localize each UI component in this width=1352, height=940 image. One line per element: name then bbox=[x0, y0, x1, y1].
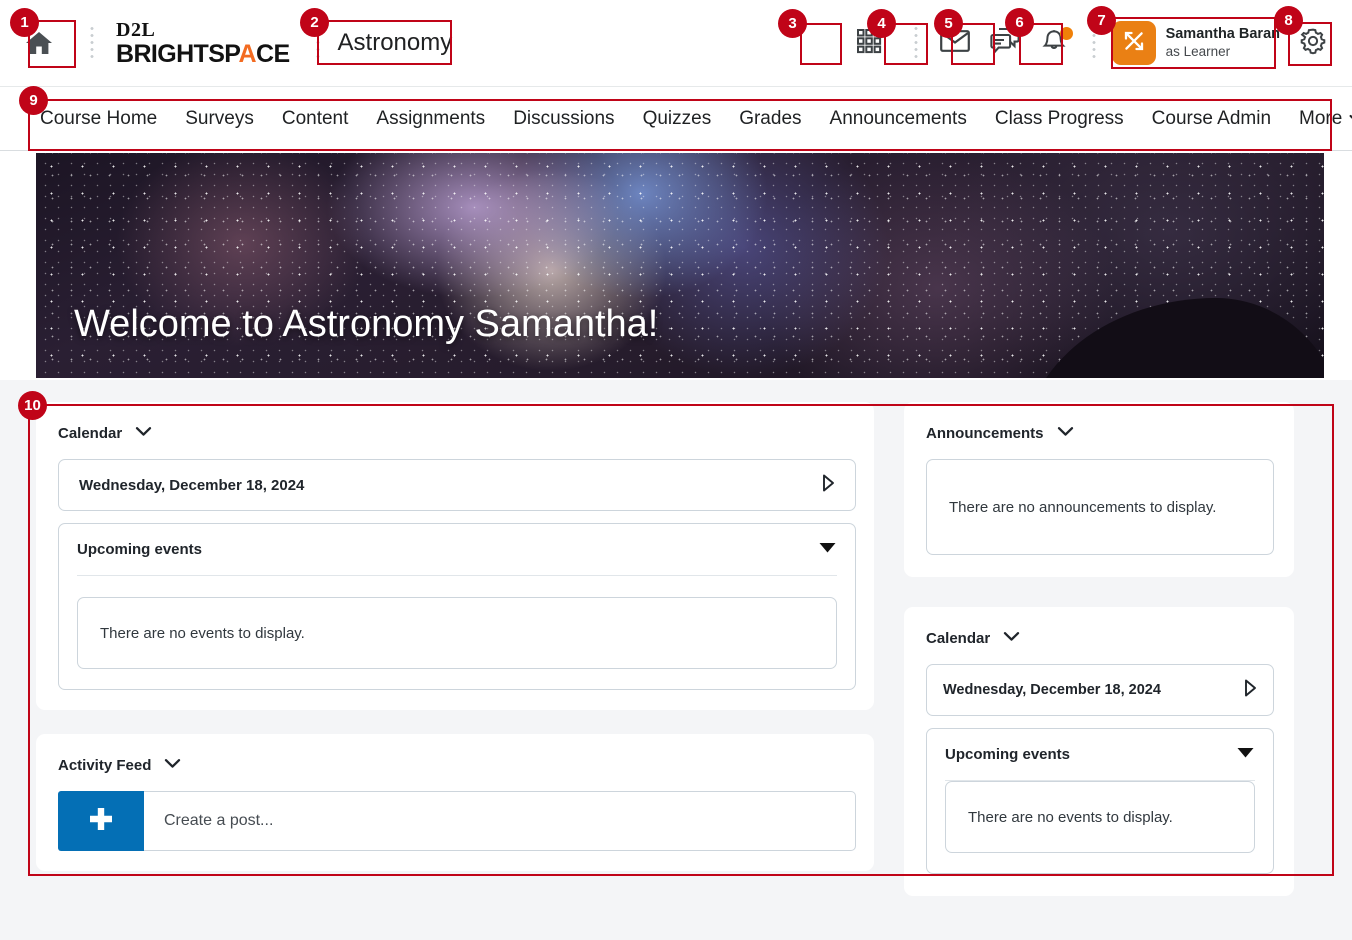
create-post-row: Create a post... bbox=[58, 791, 856, 851]
plus-icon bbox=[86, 804, 116, 839]
upcoming-events-label-right: Upcoming events bbox=[945, 746, 1071, 763]
banner-welcome-title: Welcome to Astronomy Samantha! bbox=[74, 303, 659, 345]
triangle-right-icon[interactable] bbox=[1244, 679, 1257, 702]
callout-badge-6: 6 bbox=[1005, 8, 1034, 37]
callout-badge-5: 5 bbox=[934, 9, 963, 38]
nav-item-grades[interactable]: Grades bbox=[725, 108, 815, 130]
announcements-empty-state: There are no announcements to display. bbox=[926, 459, 1274, 555]
divider-dots-3 bbox=[913, 25, 918, 61]
nav-item-more[interactable]: More bbox=[1285, 108, 1352, 130]
divider-dots bbox=[90, 25, 94, 61]
course-navbar: Course Home Surveys Content Assignments … bbox=[0, 87, 1352, 151]
logo-brightspace-text-a: BRIGHTSP bbox=[116, 39, 239, 68]
upcoming-events-card: Upcoming events There are no events to d… bbox=[58, 523, 856, 690]
callout-badge-3: 3 bbox=[778, 9, 807, 38]
nav-item-assignments[interactable]: Assignments bbox=[362, 108, 499, 130]
upcoming-events-header[interactable]: Upcoming events bbox=[77, 524, 837, 576]
left-widget-column: Calendar Wednesday, December 18, 2024 Up… bbox=[36, 402, 874, 940]
home-button[interactable] bbox=[0, 30, 78, 56]
calendar-empty-text: There are no events to display. bbox=[100, 624, 305, 642]
avatar bbox=[1111, 21, 1156, 65]
triangle-down-icon[interactable] bbox=[818, 541, 837, 559]
calendar-widget-right: Calendar Wednesday, December 18, 2024 Up… bbox=[904, 607, 1294, 896]
nav-item-more-label: More bbox=[1299, 107, 1343, 129]
right-widget-column: Announcements There are no announcements… bbox=[904, 402, 1294, 940]
nav-item-content[interactable]: Content bbox=[268, 108, 363, 130]
logo-accent-letter: A bbox=[238, 39, 257, 68]
chevron-down-icon[interactable] bbox=[164, 756, 181, 774]
top-navigation-bar: D2L BRIGHTSPACE Astronomy Samantha Baran… bbox=[0, 0, 1352, 87]
course-banner-image: Welcome to Astronomy Samantha! bbox=[36, 153, 1324, 378]
calendar-date-row[interactable]: Wednesday, December 18, 2024 bbox=[58, 459, 856, 511]
user-profile-button[interactable]: Samantha Baran as Learner bbox=[1108, 17, 1288, 69]
upcoming-events-header-right[interactable]: Upcoming events bbox=[945, 729, 1255, 781]
gear-icon bbox=[1298, 26, 1328, 61]
callout-badge-10: 10 bbox=[18, 391, 47, 420]
announcements-widget-title: Announcements bbox=[926, 424, 1044, 442]
callout-badge-1: 1 bbox=[10, 8, 39, 37]
announcements-widget: Announcements There are no announcements… bbox=[904, 402, 1294, 577]
activity-feed-title: Activity Feed bbox=[58, 756, 152, 774]
chevron-down-icon[interactable] bbox=[1003, 629, 1020, 647]
calendar-right-date-row[interactable]: Wednesday, December 18, 2024 bbox=[926, 664, 1274, 716]
callout-badge-2: 2 bbox=[300, 8, 329, 37]
switch-arrows-icon bbox=[1121, 28, 1147, 59]
nav-item-course-home[interactable]: Course Home bbox=[34, 108, 171, 130]
calendar-widget-header: Calendar bbox=[58, 424, 856, 442]
callout-badge-4: 4 bbox=[867, 9, 896, 38]
d2l-brightspace-logo[interactable]: D2L BRIGHTSPACE bbox=[116, 20, 290, 67]
calendar-widget-title: Calendar bbox=[58, 424, 123, 442]
announcements-widget-header: Announcements bbox=[926, 424, 1274, 442]
course-title[interactable]: Astronomy bbox=[332, 29, 459, 57]
chevron-down-icon[interactable] bbox=[1057, 424, 1074, 442]
nav-item-discussions[interactable]: Discussions bbox=[499, 108, 628, 130]
calendar-right-empty-state: There are no events to display. bbox=[945, 781, 1255, 853]
user-meta: Samantha Baran as Learner bbox=[1166, 26, 1280, 59]
calendar-empty-state: There are no events to display. bbox=[77, 597, 837, 669]
calendar-right-title: Calendar bbox=[926, 629, 991, 647]
create-post-button[interactable] bbox=[58, 791, 144, 851]
triangle-right-icon[interactable] bbox=[822, 474, 835, 497]
callout-badge-7: 7 bbox=[1087, 6, 1116, 35]
callout-badge-9: 9 bbox=[19, 86, 48, 115]
calendar-widget: Calendar Wednesday, December 18, 2024 Up… bbox=[36, 402, 874, 710]
calendar-right-header: Calendar bbox=[926, 629, 1274, 647]
nav-item-course-admin[interactable]: Course Admin bbox=[1138, 108, 1285, 130]
nav-item-class-progress[interactable]: Class Progress bbox=[981, 108, 1138, 130]
upcoming-events-label: Upcoming events bbox=[77, 541, 203, 558]
user-name: Samantha Baran bbox=[1165, 26, 1280, 43]
homepage-widgets-area: Calendar Wednesday, December 18, 2024 Up… bbox=[0, 380, 1352, 940]
logo-brightspace-text-b: CE bbox=[256, 39, 290, 68]
nav-item-quizzes[interactable]: Quizzes bbox=[629, 108, 726, 130]
calendar-right-current-date: Wednesday, December 18, 2024 bbox=[943, 682, 1161, 698]
create-post-input[interactable]: Create a post... bbox=[144, 791, 856, 851]
user-role: as Learner bbox=[1165, 43, 1231, 59]
nav-item-announcements[interactable]: Announcements bbox=[816, 108, 981, 130]
chevron-down-icon[interactable] bbox=[135, 424, 152, 442]
notification-badge-dot bbox=[1059, 27, 1073, 40]
triangle-down-icon[interactable] bbox=[1236, 746, 1255, 764]
logo-d2l-text: D2L bbox=[116, 18, 156, 41]
calendar-right-empty-text: There are no events to display. bbox=[968, 808, 1173, 826]
brightspace-course-home-screenshot: D2L BRIGHTSPACE Astronomy Samantha Baran… bbox=[0, 0, 1352, 940]
activity-feed-header: Activity Feed bbox=[58, 756, 856, 774]
calendar-current-date: Wednesday, December 18, 2024 bbox=[79, 476, 305, 494]
announcements-empty-text: There are no announcements to display. bbox=[949, 498, 1217, 516]
upcoming-events-card-right: Upcoming events There are no events to d… bbox=[926, 728, 1274, 874]
activity-feed-widget: Activity Feed Create a post... bbox=[36, 734, 874, 871]
nav-item-surveys[interactable]: Surveys bbox=[171, 108, 268, 130]
update-alerts-button[interactable] bbox=[1030, 18, 1080, 68]
callout-badge-8: 8 bbox=[1274, 6, 1303, 35]
